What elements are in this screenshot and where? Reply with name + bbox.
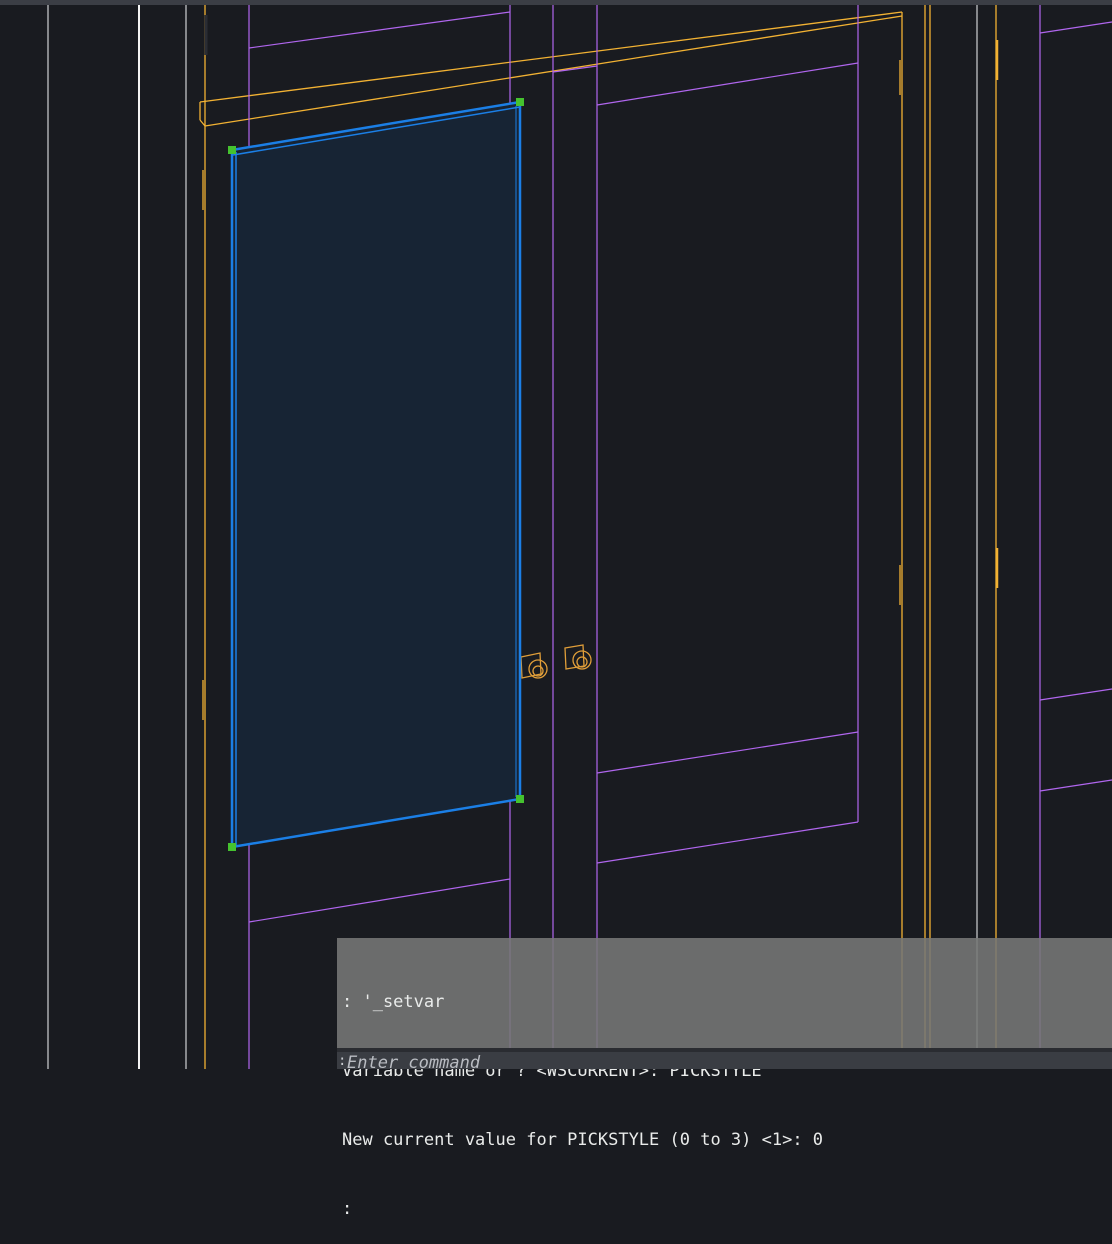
drawing-viewport[interactable]: [0, 5, 1112, 1069]
right-door-bottom-rail: [596, 821, 859, 864]
far-door-panel-line: [1039, 779, 1112, 792]
command-history: : '_setvar Variable name or ? <WSCURRENT…: [337, 938, 1112, 1219]
far-door-rail: [1039, 21, 1112, 34]
command-line-grip[interactable]: :: [338, 1054, 346, 1069]
far-door-panel-line: [1039, 688, 1112, 701]
frame-head-top: [199, 11, 903, 103]
grip-point[interactable]: [516, 98, 524, 106]
selection-fill: [232, 102, 520, 847]
grip-point[interactable]: [228, 843, 236, 851]
command-input-row[interactable]: :: [337, 1052, 1112, 1069]
door-knobs: [520, 644, 592, 679]
selected-panel[interactable]: [228, 98, 524, 851]
grip-point[interactable]: [516, 795, 524, 803]
left-door-rail: [248, 11, 511, 49]
right-knob-icon: [564, 644, 592, 670]
command-history-line: : '_setvar: [342, 992, 445, 1012]
command-history-line: :: [342, 1199, 353, 1219]
command-history-line: New current value for PICKSTYLE (0 to 3)…: [342, 1130, 824, 1150]
cad-drawing-canvas[interactable]: [0, 5, 1112, 1069]
meeting-rail: [552, 65, 598, 73]
frame-head-corner: [199, 119, 206, 127]
right-door-panel-bottom: [596, 731, 859, 774]
left-knob-icon: [520, 652, 548, 679]
grip-point[interactable]: [228, 146, 236, 154]
right-door-panel-top: [596, 62, 859, 106]
left-door-bottom-rail: [248, 878, 511, 923]
command-input[interactable]: [347, 1053, 1047, 1069]
